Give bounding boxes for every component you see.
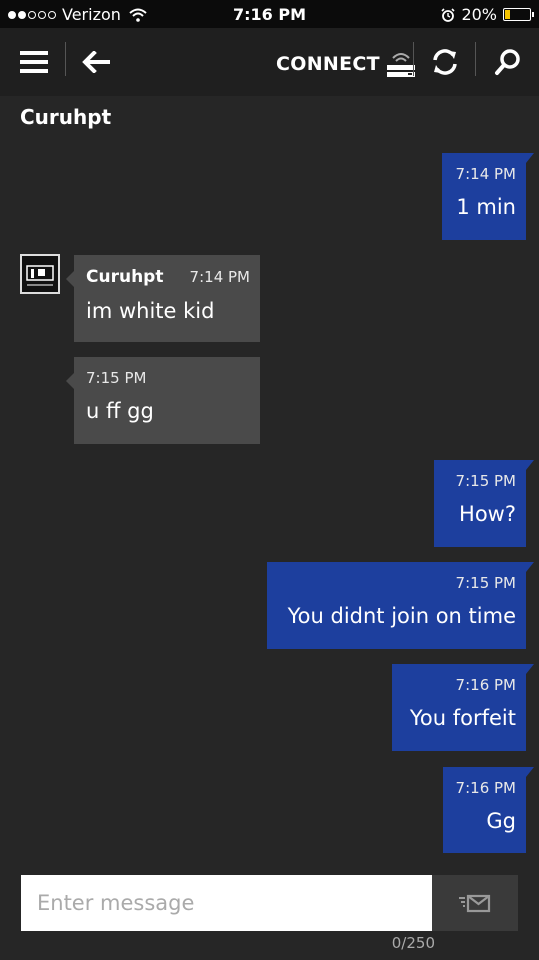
app-bar-divider (475, 42, 476, 76)
message-bubble-outgoing[interactable]: 7:16 PM You forfeit (392, 664, 534, 751)
message-bubble-outgoing[interactable]: 7:16 PM Gg (443, 767, 534, 853)
connect-button[interactable]: CONNECT (276, 50, 416, 78)
alarm-icon (441, 7, 456, 22)
conversation-title: Curuhpt (20, 105, 112, 129)
battery-fill (505, 10, 510, 19)
message-bubble-outgoing[interactable]: 7:15 PM You didnt join on time (267, 562, 534, 649)
connect-label: CONNECT (276, 53, 380, 75)
refresh-button[interactable] (425, 42, 465, 82)
back-button[interactable] (76, 42, 116, 82)
message-text: u ff gg (86, 399, 154, 423)
message-text: im white kid (86, 299, 215, 323)
message-text: Gg (486, 809, 516, 833)
battery-percent: 20% (461, 5, 497, 24)
message-text: 1 min (456, 195, 516, 219)
search-icon (495, 49, 520, 75)
message-header: Curuhpt 7:14 PM (86, 267, 250, 287)
character-counter: 0/250 (391, 934, 435, 952)
message-input[interactable] (21, 875, 432, 931)
battery-icon (503, 8, 534, 21)
status-right: 20% (441, 5, 534, 24)
refresh-icon (433, 49, 457, 75)
avatar[interactable] (20, 254, 60, 294)
message-bubble-outgoing[interactable]: 7:15 PM How? (434, 460, 534, 547)
message-sender: Curuhpt (86, 267, 164, 287)
hamburger-icon (20, 51, 48, 73)
message-text: You forfeit (409, 706, 516, 730)
message-time: 7:14 PM (455, 165, 516, 183)
avatar-image (24, 258, 56, 290)
message-time: 7:14 PM (189, 268, 250, 286)
message-bubble-incoming[interactable]: 7:15 PM u ff gg (66, 357, 260, 444)
message-time: 7:16 PM (455, 779, 516, 797)
message-bubble-outgoing[interactable]: 7:14 PM 1 min (442, 153, 534, 240)
send-button[interactable] (432, 875, 518, 931)
send-mail-icon (459, 894, 491, 913)
message-time: 7:15 PM (455, 574, 516, 592)
message-time: 7:16 PM (455, 676, 516, 694)
message-bubble-incoming[interactable]: Curuhpt 7:14 PM im white kid (66, 255, 260, 342)
app-bar-divider (413, 42, 414, 76)
status-bar: Verizon 7:16 PM 20% (0, 0, 539, 28)
menu-button[interactable] (14, 42, 54, 82)
search-button[interactable] (488, 42, 528, 82)
message-composer (21, 875, 518, 931)
message-time: 7:15 PM (455, 472, 516, 490)
message-text: How? (459, 502, 516, 526)
message-text: You didnt join on time (287, 604, 516, 628)
app-bar-divider (65, 42, 66, 76)
message-time: 7:15 PM (86, 369, 147, 387)
back-arrow-icon (82, 51, 110, 73)
app-bar: CONNECT (0, 28, 539, 96)
console-connect-icon (386, 53, 415, 77)
